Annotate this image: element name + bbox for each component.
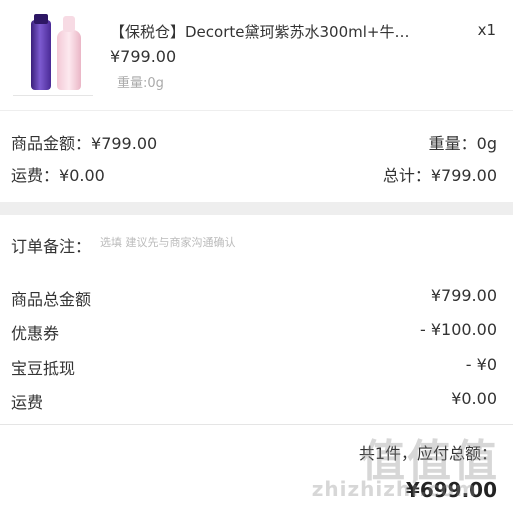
purple-bottle-image xyxy=(31,14,51,90)
weight-label: 重量： xyxy=(428,134,477,153)
goods-amount-label: 商品金额： xyxy=(11,134,92,153)
order-remark-label: 订单备注： xyxy=(11,237,92,256)
product-quantity: x1 xyxy=(477,21,496,39)
product-price: ¥799.00 xyxy=(110,47,177,66)
section-gap xyxy=(0,202,513,215)
shipping-value: ¥0.00 xyxy=(59,166,105,185)
shipping-fee-value: ¥0.00 xyxy=(451,389,497,408)
shipping-label: 运费： xyxy=(11,166,60,185)
product-weight: 重量:0g xyxy=(117,76,164,91)
shipping-fee-label: 运费 xyxy=(11,393,44,412)
goods-amount-value: ¥799.00 xyxy=(91,134,158,153)
points-value: - ¥0 xyxy=(465,355,497,374)
breakdown-label: 商品总金额 xyxy=(11,290,92,309)
watermark-text: zhizhizhi.com xyxy=(311,477,477,501)
coupon-value: - ¥100.00 xyxy=(419,320,497,339)
pink-bottle-image xyxy=(57,16,81,90)
watermark-logo: 值值值 zhizhizhi.com xyxy=(312,425,499,505)
total-value: ¥799.00 xyxy=(430,166,497,185)
product-thumbnail[interactable] xyxy=(13,14,93,96)
coupon-label: 优惠券 xyxy=(11,324,60,343)
weight-value: 0g xyxy=(476,134,497,153)
points-label: 宝豆抵现 xyxy=(11,359,76,378)
total-label: 总计： xyxy=(382,166,431,185)
breakdown-value: ¥799.00 xyxy=(430,286,497,305)
product-item[interactable]: 【保税仓】Decorte黛珂紫苏水300ml+牛… x1 ¥799.00 重量:… xyxy=(0,0,513,110)
divider xyxy=(0,110,513,111)
order-remark-input[interactable] xyxy=(100,236,480,249)
product-title[interactable]: 【保税仓】Decorte黛珂紫苏水300ml+牛… xyxy=(110,21,410,42)
